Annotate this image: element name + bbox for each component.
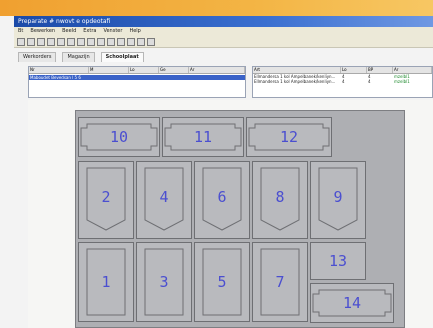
row-text: Maboudet Bevedsan l 5 6 (30, 75, 81, 80)
board-cell-6[interactable]: 6 (194, 161, 250, 239)
menu-item[interactable]: Bewerken (30, 27, 55, 36)
cell-label: 2 (101, 188, 111, 206)
paste-icon[interactable] (77, 37, 85, 46)
cell-label: 3 (159, 273, 169, 291)
left-list-header: Nr M Lo Ge Ar (29, 67, 245, 74)
cell-label: 6 (217, 188, 227, 206)
top-accent-bar (0, 0, 433, 16)
cell-label: 13 (328, 252, 348, 270)
column-header[interactable]: Ar (393, 67, 432, 73)
board-cell-14[interactable]: 14 (310, 283, 394, 323)
board-cell-13[interactable]: 13 (310, 242, 366, 280)
cell-label: 14 (342, 294, 362, 312)
right-list[interactable]: Art Lo BP Ar Ellmandersa 1 kol Ampelbane… (252, 66, 433, 98)
left-list[interactable]: Nr M Lo Ge Ar Maboudet Bevedsan l 5 6 (28, 66, 246, 98)
right-list-header: Art Lo BP Ar (253, 67, 432, 74)
cell-label: 8 (275, 188, 285, 206)
menu-item[interactable]: Extra (83, 27, 96, 36)
board-cell-8[interactable]: 8 (252, 161, 308, 239)
board-cell-11[interactable]: 11 (162, 117, 244, 157)
table-row[interactable]: Maboudet Bevedsan l 5 6 (29, 75, 245, 80)
tab-label: Werkorders (23, 54, 52, 60)
tab-werkorders[interactable]: Werkorders (18, 52, 57, 62)
board-cell-7[interactable]: 7 (252, 242, 308, 322)
menu-bar: Bt Bewerken Beeld Extra Venster Help (14, 27, 433, 36)
copy-icon[interactable] (67, 37, 75, 46)
help-icon[interactable] (147, 37, 155, 46)
menu-item[interactable]: Venster (103, 27, 122, 36)
board-cell-10[interactable]: 10 (78, 117, 160, 157)
menu-item[interactable]: Bt (18, 27, 23, 36)
column-header[interactable]: Lo (129, 67, 159, 73)
shelf-board: 10 11 12 2 4 6 8 9 1 3 5 7 13 14 (75, 110, 405, 328)
column-header[interactable]: Ge (159, 67, 189, 73)
find-icon[interactable] (107, 37, 115, 46)
table-row[interactable]: Ellmandersa 1 kol Ampelbanek/kenliyn... … (253, 79, 432, 84)
cell-name: Ellmandersa 1 kol Ampelbanek/kenliyn... (254, 79, 336, 84)
cell-label: 9 (333, 188, 343, 206)
column-header[interactable]: Art (253, 67, 341, 73)
cell-status: mzelbl1 (394, 79, 410, 84)
zoom-icon[interactable] (117, 37, 125, 46)
tab-strip: Werkorders Magazijn Schoolplaat (14, 52, 433, 62)
board-cell-9[interactable]: 9 (310, 161, 366, 239)
tab-magazijn[interactable]: Magazijn (62, 52, 95, 62)
column-header[interactable]: Nr (29, 67, 89, 73)
open-icon[interactable] (27, 37, 35, 46)
window-title: Preparate # nwovt e opdeotafi (14, 16, 433, 27)
column-header[interactable]: Ar (189, 67, 245, 73)
redo-icon[interactable] (97, 37, 105, 46)
print-icon[interactable] (47, 37, 55, 46)
cell-label: 1 (101, 273, 111, 291)
settings-icon[interactable] (137, 37, 145, 46)
cut-icon[interactable] (57, 37, 65, 46)
column-header[interactable]: Lo (341, 67, 367, 73)
tab-schoolplaat[interactable]: Schoolplaat (100, 52, 144, 62)
column-header[interactable]: BP (367, 67, 393, 73)
cell-label: 10 (109, 128, 129, 146)
board-cell-4[interactable]: 4 (136, 161, 192, 239)
column-header[interactable]: M (89, 67, 129, 73)
cell-a: 4 (342, 79, 345, 84)
save-icon[interactable] (37, 37, 45, 46)
cell-label: 12 (279, 128, 299, 146)
cell-label: 11 (193, 128, 213, 146)
refresh-icon[interactable] (127, 37, 135, 46)
cell-label: 5 (217, 273, 227, 291)
cell-b: 4 (368, 79, 371, 84)
board-cell-2[interactable]: 2 (78, 161, 134, 239)
tab-label: Magazijn (67, 54, 90, 60)
cell-label: 4 (159, 188, 169, 206)
new-icon[interactable] (17, 37, 25, 46)
cell-label: 7 (275, 273, 285, 291)
board-cell-12[interactable]: 12 (246, 117, 332, 157)
toolbar (14, 36, 433, 48)
board-cell-5[interactable]: 5 (194, 242, 250, 322)
tab-label: Schoolplaat (105, 54, 139, 60)
undo-icon[interactable] (87, 37, 95, 46)
menu-item[interactable]: Beeld (62, 27, 76, 36)
board-cell-3[interactable]: 3 (136, 242, 192, 322)
menu-item[interactable]: Help (129, 27, 140, 36)
board-cell-1[interactable]: 1 (78, 242, 134, 322)
